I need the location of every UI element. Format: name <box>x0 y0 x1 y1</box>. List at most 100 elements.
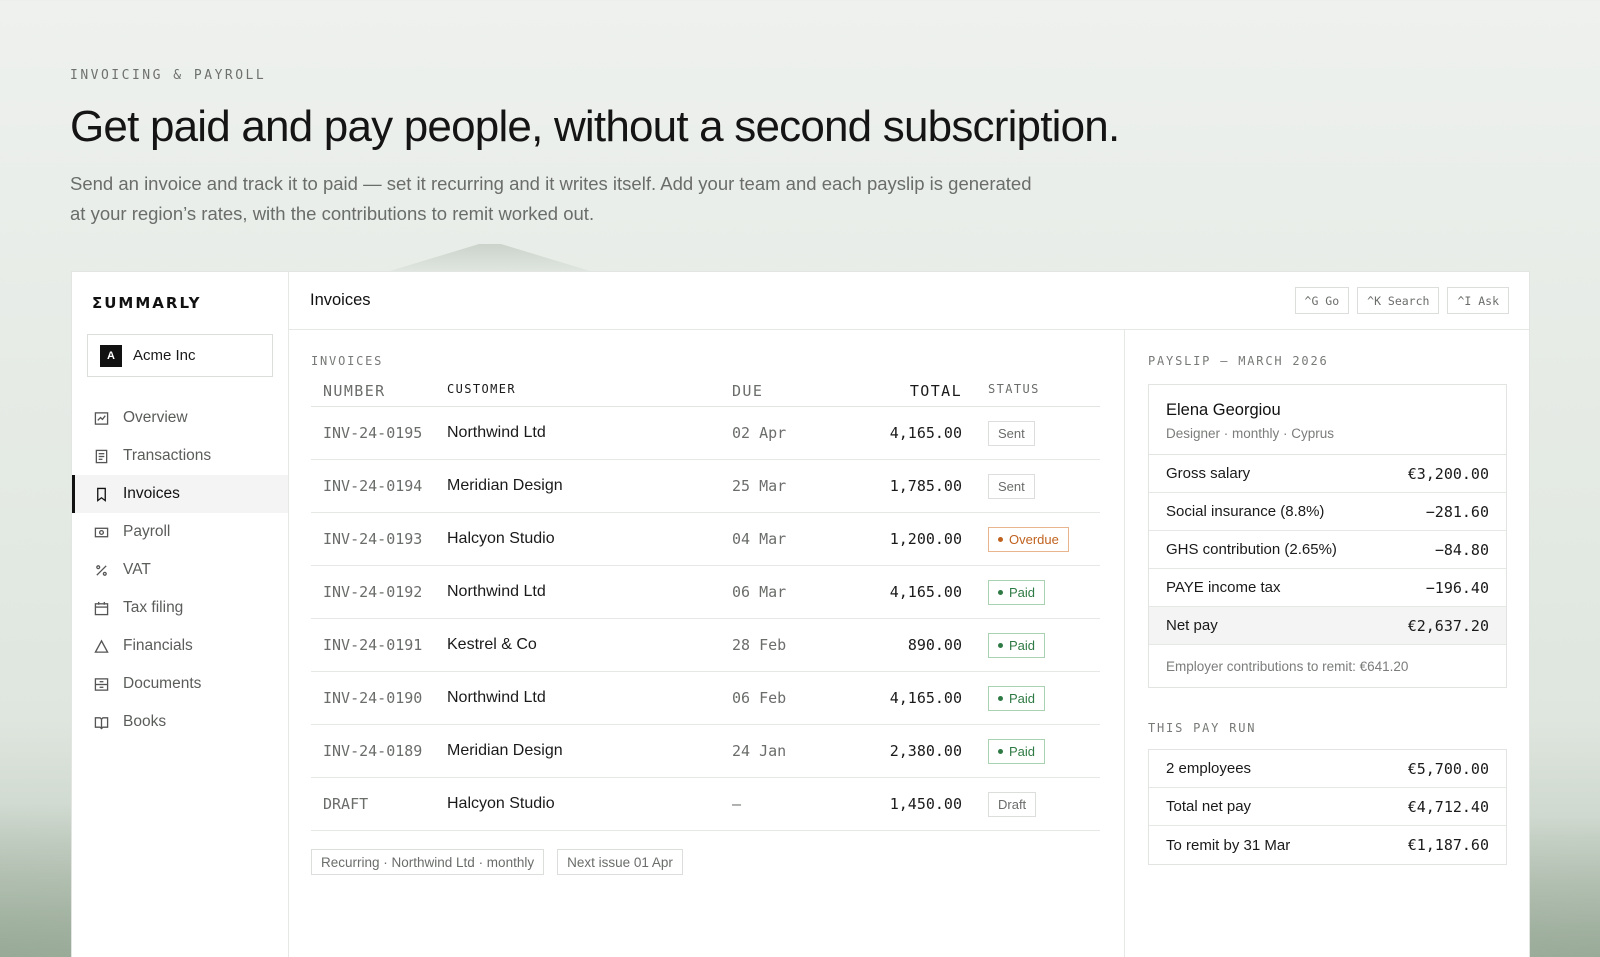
payslip-line-amount: −196.40 <box>1425 578 1489 597</box>
invoices-table: NUMBER CUSTOMER DUE TOTAL STATUS INV-24-… <box>311 382 1100 831</box>
recurring-chip[interactable]: Recurring · Northwind Ltd · monthly <box>311 849 545 875</box>
payslip-line-amount: −84.80 <box>1434 540 1489 559</box>
bookmark-icon <box>93 486 109 502</box>
hero-headline: Get paid and pay people, without a secon… <box>70 102 1120 151</box>
payrun-card: 2 employees €5,700.00 Total net pay €4,7… <box>1148 749 1507 865</box>
topbar: Invoices ^G Go ^K Search ^I Ask <box>289 272 1529 330</box>
net-pay-row: Net pay €2,637.20 <box>1149 607 1506 645</box>
column-header-total[interactable]: TOTAL <box>840 382 962 407</box>
org-name: Acme Inc <box>133 347 196 364</box>
column-header-status[interactable]: STATUS <box>962 382 1100 407</box>
net-pay-label: Net pay <box>1166 617 1218 634</box>
table-row[interactable]: INV-24-0193 Halcyon Studio 04 Mar 1,200.00 O… <box>311 512 1100 566</box>
percent-icon <box>93 562 109 578</box>
payrun-line-amount: €5,700.00 <box>1407 759 1489 778</box>
invoices-panel: INVOICES NUMBER CUSTOMER DUE TOTAL STATU… <box>289 330 1125 957</box>
invoice-number: INV-24-0192 <box>311 565 447 619</box>
invoice-status-cell: Overdue <box>962 512 1100 566</box>
payrun-section-label: THIS PAY RUN <box>1148 721 1257 735</box>
org-switcher[interactable]: A Acme Inc <box>87 334 273 377</box>
status-badge-label: Paid <box>1009 584 1036 600</box>
status-dot-icon <box>998 536 1003 542</box>
invoice-number: DRAFT <box>311 777 447 831</box>
org-avatar: A <box>100 344 122 367</box>
table-row[interactable]: INV-24-0189 Meridian Design 24 Jan 2,380.00… <box>311 724 1100 778</box>
status-badge-label: Overdue <box>1009 531 1059 547</box>
sidebar-item-label: Books <box>123 713 167 730</box>
ask-shortcut-button[interactable]: ^I Ask <box>1447 287 1509 314</box>
status-badge: Draft <box>988 791 1037 817</box>
banknote-icon <box>93 524 109 540</box>
sidebar-item-tax-filing[interactable]: Tax filing <box>72 589 288 627</box>
payrun-line: 2 employees €5,700.00 <box>1149 750 1506 788</box>
invoice-due-date: 06 Feb <box>732 671 840 725</box>
invoice-total: 4,165.00 <box>840 671 962 725</box>
sidebar-item-label: Tax filing <box>123 599 184 616</box>
status-badge: Sent <box>988 473 1035 499</box>
employee-name: Elena Georgiou <box>1166 401 1281 419</box>
payslip-line: Gross salary €3,200.00 <box>1149 455 1506 493</box>
logo: ΣUMMARLY <box>92 294 202 312</box>
triangle-icon <box>93 638 109 654</box>
payslip-line-label: Gross salary <box>1166 465 1251 482</box>
invoice-due-date: 24 Jan <box>732 724 840 778</box>
status-badge-label: Paid <box>1009 743 1036 759</box>
invoice-status-cell: Paid <box>962 671 1100 725</box>
table-row[interactable]: INV-24-0195 Northwind Ltd 02 Apr 4,165.00 Se… <box>311 406 1100 460</box>
sidebar-item-label: Payroll <box>123 523 171 540</box>
sidebar-item-vat[interactable]: VAT <box>72 551 288 589</box>
invoice-total: 890.00 <box>840 618 962 672</box>
sidebar-item-overview[interactable]: Overview <box>72 399 288 437</box>
invoice-number: INV-24-0195 <box>311 406 447 460</box>
sidebar-item-label: VAT <box>123 561 151 578</box>
page-title: Invoices <box>310 291 371 309</box>
invoice-customer: Northwind Ltd <box>447 406 732 460</box>
invoice-number: INV-24-0193 <box>311 512 447 566</box>
sidebar-item-label: Transactions <box>123 447 212 464</box>
payrun-line-amount: €4,712.40 <box>1407 797 1489 816</box>
sidebar-item-payroll[interactable]: Payroll <box>72 513 288 551</box>
table-row[interactable]: INV-24-0191 Kestrel & Co 28 Feb 890.00 Paid <box>311 618 1100 672</box>
status-badge: Overdue <box>988 526 1069 552</box>
payrun-line-label: Total net pay <box>1166 798 1252 815</box>
invoice-customer: Northwind Ltd <box>447 565 732 619</box>
search-shortcut-button[interactable]: ^K Search <box>1357 287 1440 314</box>
sidebar-item-invoices[interactable]: Invoices <box>72 475 288 513</box>
invoice-status-cell: Sent <box>962 406 1100 460</box>
sidebar-item-transactions[interactable]: Transactions <box>72 437 288 475</box>
sidebar-item-label: Overview <box>123 409 188 426</box>
sidebar-item-books[interactable]: Books <box>72 703 288 741</box>
column-header-customer[interactable]: CUSTOMER <box>447 382 732 407</box>
sidebar-item-label: Invoices <box>123 485 180 502</box>
sidebar-item-label: Documents <box>123 675 202 692</box>
column-header-number[interactable]: NUMBER <box>311 382 447 407</box>
background-mountain <box>380 244 600 274</box>
sidebar-item-label: Financials <box>123 637 193 654</box>
table-row[interactable]: DRAFT Halcyon Studio —1,450.00 Draft <box>311 777 1100 831</box>
net-pay-amount: €2,637.20 <box>1407 616 1489 635</box>
table-row[interactable]: INV-24-0190 Northwind Ltd 06 Feb 4,165.00 Pa… <box>311 671 1100 725</box>
invoice-due-date: 25 Mar <box>732 459 840 513</box>
invoice-total: 1,785.00 <box>840 459 962 513</box>
status-badge: Paid <box>988 685 1046 711</box>
table-row[interactable]: INV-24-0194 Meridian Design 25 Mar 1,785.00… <box>311 459 1100 513</box>
calendar-icon <box>93 600 109 616</box>
invoice-due-date: — <box>732 777 840 831</box>
status-dot-icon <box>998 695 1003 701</box>
employee-header: Elena Georgiou Designer · monthly · Cypr… <box>1149 385 1506 455</box>
next-issue-chip[interactable]: Next issue 01 Apr <box>557 849 683 875</box>
invoice-number: INV-24-0189 <box>311 724 447 778</box>
content: INVOICES NUMBER CUSTOMER DUE TOTAL STATU… <box>289 330 1529 957</box>
status-badge: Sent <box>988 420 1035 446</box>
sidebar-item-financials[interactable]: Financials <box>72 627 288 665</box>
table-row[interactable]: INV-24-0192 Northwind Ltd 06 Mar 4,165.00 Pa… <box>311 565 1100 619</box>
go-shortcut-button[interactable]: ^G Go <box>1294 287 1350 314</box>
invoice-chips: Recurring · Northwind Ltd · monthly Next… <box>311 849 1102 875</box>
column-header-due[interactable]: DUE <box>732 382 840 407</box>
main-panel: Invoices ^G Go ^K Search ^I Ask INVOICES… <box>289 272 1529 957</box>
invoice-customer: Kestrel & Co <box>447 618 732 672</box>
sidebar-item-documents[interactable]: Documents <box>72 665 288 703</box>
invoice-customer: Meridian Design <box>447 724 732 778</box>
payslip-line-amount: €3,200.00 <box>1407 464 1489 483</box>
invoice-due-date: 02 Apr <box>732 406 840 460</box>
